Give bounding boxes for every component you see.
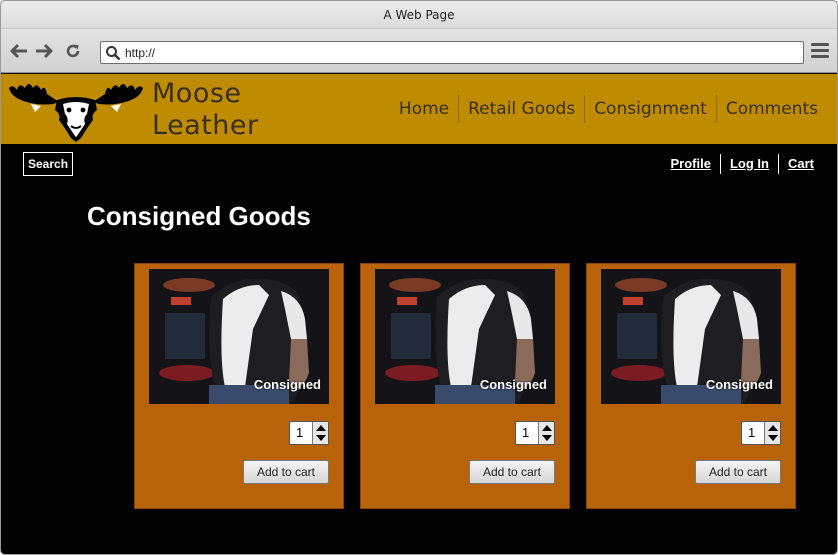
nav-consignment[interactable]: Consignment bbox=[584, 95, 716, 123]
forward-arrow-icon[interactable] bbox=[34, 41, 54, 61]
spinner-arrows-icon[interactable] bbox=[538, 422, 554, 444]
hamburger-menu-icon[interactable] bbox=[811, 43, 829, 61]
consigned-caption: Consigned bbox=[253, 377, 321, 392]
add-to-cart-button[interactable]: Add to cart bbox=[469, 460, 555, 484]
browser-window: A Web Page Moose Leathe bbox=[0, 0, 838, 555]
site-header: Moose Leather Home Retail Goods Consignm… bbox=[1, 74, 837, 144]
spinner-arrows-icon[interactable] bbox=[312, 422, 328, 444]
nav-comments[interactable]: Comments bbox=[715, 95, 827, 123]
user-nav: Profile Log In Cart bbox=[662, 154, 823, 174]
site-brand[interactable]: Moose Leather bbox=[152, 78, 259, 142]
login-link[interactable]: Log In bbox=[719, 154, 778, 174]
page-title: Consigned Goods bbox=[87, 201, 311, 231]
url-input[interactable] bbox=[125, 44, 795, 61]
window-title: A Web Page bbox=[383, 8, 455, 22]
quantity-value: 1 bbox=[522, 425, 530, 440]
add-to-cart-button[interactable]: Add to cart bbox=[695, 460, 781, 484]
add-to-cart-button[interactable]: Add to cart bbox=[243, 460, 329, 484]
quantity-value: 1 bbox=[748, 425, 756, 440]
moose-logo-icon[interactable] bbox=[7, 80, 145, 142]
main-nav: Home Retail Goods Consignment Comments bbox=[390, 95, 827, 123]
brand-line-1: Moose bbox=[152, 78, 242, 109]
cart-link[interactable]: Cart bbox=[777, 154, 823, 174]
quantity-value: 1 bbox=[296, 425, 304, 440]
profile-link[interactable]: Profile bbox=[662, 154, 720, 174]
consigned-caption: Consigned bbox=[705, 377, 773, 392]
product-card: Consigned 1 Add to cart bbox=[360, 263, 570, 509]
quantity-stepper[interactable]: 1 bbox=[741, 421, 781, 445]
product-image[interactable]: Consigned bbox=[149, 269, 329, 404]
product-image[interactable]: Consigned bbox=[601, 269, 781, 404]
brand-line-2: Leather bbox=[152, 110, 259, 141]
consigned-caption: Consigned bbox=[479, 377, 547, 392]
back-arrow-icon[interactable] bbox=[9, 41, 29, 61]
browser-toolbar bbox=[1, 29, 837, 73]
search-button[interactable]: Search bbox=[23, 152, 74, 176]
spinner-arrows-icon[interactable] bbox=[764, 422, 780, 444]
address-bar[interactable] bbox=[100, 41, 804, 64]
quantity-stepper[interactable]: 1 bbox=[289, 421, 329, 445]
product-image[interactable]: Consigned bbox=[375, 269, 555, 404]
nav-retail-goods[interactable]: Retail Goods bbox=[458, 95, 584, 123]
search-icon bbox=[106, 46, 121, 61]
product-card: Consigned 1 Add to cart bbox=[586, 263, 796, 509]
title-bar: A Web Page bbox=[1, 1, 837, 29]
nav-home[interactable]: Home bbox=[390, 95, 458, 123]
product-card: Consigned 1 Add to cart bbox=[134, 263, 344, 509]
reload-icon[interactable] bbox=[63, 41, 83, 61]
quantity-stepper[interactable]: 1 bbox=[515, 421, 555, 445]
